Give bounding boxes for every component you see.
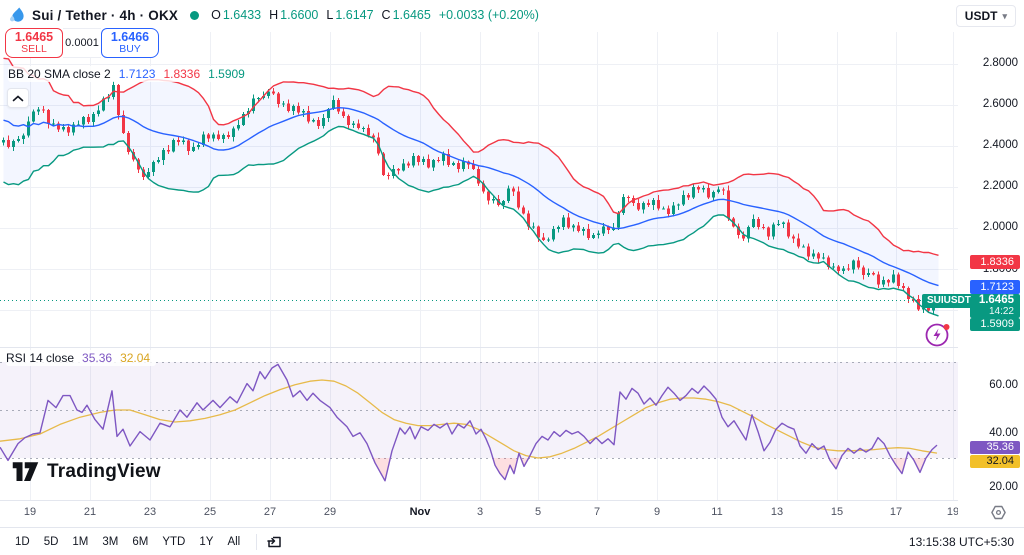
range-button-all[interactable]: All xyxy=(220,533,247,551)
price-axis-label: 2.2000 xyxy=(982,180,1018,192)
lightning-icon xyxy=(925,323,950,347)
range-button-1y[interactable]: 1Y xyxy=(192,533,220,551)
bottom-toolbar: 1D 5D 1M 3M 6M YTD 1Y All 13:15:38 UTC+5:30 xyxy=(0,528,1024,555)
symbol-price-tag: SUIUSDT xyxy=(922,294,976,308)
bb-basis-badge: 1.7123 xyxy=(970,280,1020,294)
timezone-settings-icon[interactable] xyxy=(990,504,1007,526)
change-value: +0.0033 (+0.20%) xyxy=(438,8,539,22)
range-button-5d[interactable]: 5D xyxy=(37,533,66,551)
tradingview-chart-app: Sui / Tether · 4h · OKX O 1.6433 H 1.660… xyxy=(0,0,1024,555)
time-axis-label: 19 xyxy=(23,506,37,518)
time-axis-label: 7 xyxy=(593,506,601,518)
time-axis-label: 27 xyxy=(263,506,277,518)
server-clock[interactable]: 13:15:38 UTC+5:30 xyxy=(909,535,1016,549)
range-selector: 1D 5D 1M 3M 6M YTD 1Y All xyxy=(8,533,247,551)
time-axis[interactable]: 19 21 23 25 27 29 Nov 3 5 7 9 11 13 15 17 19 xyxy=(0,501,959,527)
price-axis-label: 2.8000 xyxy=(982,57,1018,69)
spread-value: 0.0001 xyxy=(63,28,101,58)
time-axis-label: 17 xyxy=(889,506,903,518)
price-axis-label: 2.0000 xyxy=(982,221,1018,233)
rsi-axis-label: 20.00 xyxy=(989,480,1018,493)
rsi-value: 35.36 xyxy=(82,351,113,365)
bb-lower-value: 1.5909 xyxy=(208,67,245,81)
price-axis-label: 2.6000 xyxy=(982,98,1018,110)
price-axis[interactable]: 2.80002.60002.40002.20002.00001.8000 60.… xyxy=(958,0,1024,527)
high-label: H xyxy=(269,8,279,22)
toolbar-separator xyxy=(256,533,258,550)
market-status-dot[interactable] xyxy=(190,10,200,20)
open-label: O xyxy=(211,8,221,22)
bb-upper-value: 1.8336 xyxy=(163,67,201,81)
range-button-1m[interactable]: 1M xyxy=(65,533,95,551)
time-axis-label: 25 xyxy=(203,506,217,518)
close-value: 1.6465 xyxy=(392,8,431,22)
close-label: C xyxy=(381,8,391,22)
bb-lower-badge: 1.5909 xyxy=(970,318,1020,331)
time-axis-label: 13 xyxy=(770,506,784,518)
go-to-date-icon xyxy=(267,536,281,547)
buy-label: BUY xyxy=(119,43,141,56)
bar-countdown: 14:22 xyxy=(988,306,1014,317)
range-button-6m[interactable]: 6M xyxy=(125,533,155,551)
chevron-up-icon xyxy=(12,95,24,102)
bb-basis-value: 1.7123 xyxy=(118,67,156,81)
time-axis-label: 5 xyxy=(534,506,542,518)
low-label: L xyxy=(326,8,334,22)
time-axis-label: 15 xyxy=(830,506,844,518)
tradingview-watermark[interactable]: TradingView xyxy=(12,461,161,483)
ohlc-values: O 1.6433 H 1.6600 L 1.6147 C 1.6465 +0.0… xyxy=(211,8,539,22)
rsi-indicator-legend[interactable]: RSI 14 close 35.36 32.04 xyxy=(6,350,157,366)
symbol-title[interactable]: Sui / Tether · 4h · OKX xyxy=(32,8,178,23)
time-axis-label: 21 xyxy=(83,506,97,518)
sell-label: SELL xyxy=(21,43,47,56)
time-axis-label: 9 xyxy=(653,506,661,518)
bb-upper-badge: 1.8336 xyxy=(970,255,1020,269)
high-value: 1.6600 xyxy=(280,8,319,22)
go-to-date-button[interactable] xyxy=(266,533,284,551)
chevron-down-icon: ▾ xyxy=(1002,10,1007,21)
rsi-axis-label: 60.00 xyxy=(989,379,1018,391)
bb-legend-label: BB 20 SMA close 2 xyxy=(8,67,111,81)
quick-trade-button[interactable] xyxy=(924,320,952,353)
watermark-text: TradingView xyxy=(47,461,161,482)
currency-label: USDT xyxy=(964,9,998,23)
range-button-3m[interactable]: 3M xyxy=(95,533,125,551)
price-axis-label: 2.4000 xyxy=(982,139,1018,151)
time-axis-label: 11 xyxy=(711,506,723,518)
sell-button[interactable]: 1.6465 SELL xyxy=(5,28,63,58)
range-button-ytd[interactable]: YTD xyxy=(155,533,192,551)
bb-indicator-legend[interactable]: BB 20 SMA close 2 1.7123 1.8336 1.5909 xyxy=(8,66,251,82)
time-axis-label: 3 xyxy=(476,506,484,518)
currency-dropdown[interactable]: USDT ▾ xyxy=(955,5,1016,27)
rsi-ma-badge: 32.04 xyxy=(970,455,1020,468)
pane-collapse-button[interactable] xyxy=(7,88,29,108)
low-value: 1.6147 xyxy=(335,8,374,22)
open-value: 1.6433 xyxy=(222,8,262,22)
order-widget: 1.6465 SELL 0.0001 1.6466 BUY xyxy=(5,28,159,58)
last-price-badge: 1.6465 14:22 xyxy=(970,294,1020,318)
time-axis-label: 29 xyxy=(323,506,337,518)
time-axis-label: 23 xyxy=(143,506,157,518)
rsi-value-badge: 35.36 xyxy=(970,441,1020,454)
rsi-axis-label: 40.00 xyxy=(989,427,1018,439)
time-axis-label: Nov xyxy=(409,506,431,518)
tradingview-logo-icon xyxy=(12,462,39,481)
rsi-ma-value: 32.04 xyxy=(120,351,151,365)
range-button-1d[interactable]: 1D xyxy=(8,533,37,551)
pane-divider[interactable] xyxy=(0,347,1024,348)
rsi-legend-label: RSI 14 close xyxy=(6,351,75,365)
sui-logo-icon xyxy=(10,7,24,22)
buy-button[interactable]: 1.6466 BUY xyxy=(101,28,159,58)
symbol-header: Sui / Tether · 4h · OKX O 1.6433 H 1.660… xyxy=(8,4,539,26)
